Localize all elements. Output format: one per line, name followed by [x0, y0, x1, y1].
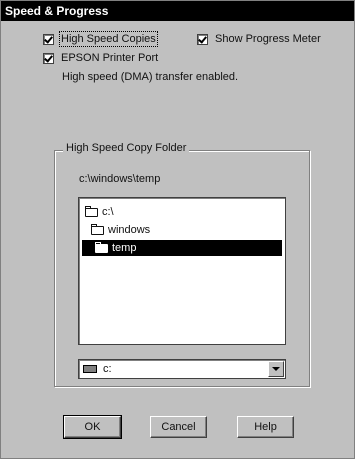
- folder-tree-listbox[interactable]: c:\ windows temp: [78, 197, 286, 345]
- checkbox-check-icon: [43, 33, 54, 45]
- high-speed-copies-label: High Speed Copies: [59, 31, 158, 47]
- show-progress-meter-label: Show Progress Meter: [215, 33, 321, 45]
- folder-item-temp[interactable]: temp: [82, 240, 282, 256]
- epson-printer-port-label: EPSON Printer Port: [61, 52, 159, 64]
- checkbox-check-icon: [43, 52, 54, 64]
- closed-folder-icon: [95, 241, 108, 253]
- drive-select[interactable]: c:: [78, 359, 286, 379]
- current-folder-path: c:\windows\temp: [79, 173, 161, 185]
- chevron-down-icon: [272, 367, 280, 371]
- open-folder-icon: [91, 223, 104, 235]
- dialog-title: Speed & Progress: [1, 1, 354, 21]
- copy-folder-group-title: High Speed Copy Folder: [63, 142, 190, 154]
- cancel-button[interactable]: Cancel: [150, 416, 207, 438]
- open-folder-icon: [85, 205, 98, 217]
- drive-select-value: c:: [103, 363, 112, 375]
- folder-item-root[interactable]: c:\: [85, 204, 114, 220]
- speed-progress-dialog: Speed & Progress High Speed Copies Show …: [0, 0, 355, 459]
- folder-item-label: windows: [108, 224, 151, 236]
- folder-item-label: c:\: [102, 206, 114, 218]
- folder-item-windows[interactable]: windows: [91, 222, 150, 238]
- ok-button[interactable]: OK: [63, 415, 122, 439]
- transfer-status-text: High speed (DMA) transfer enabled.: [62, 71, 239, 83]
- folder-item-label: temp: [112, 242, 137, 254]
- checkbox-check-icon: [197, 33, 208, 45]
- epson-printer-port-checkbox[interactable]: EPSON Printer Port: [43, 52, 158, 64]
- help-button[interactable]: Help: [237, 416, 294, 438]
- drive-icon: [83, 365, 97, 373]
- dropdown-arrow-button[interactable]: [268, 361, 284, 377]
- show-progress-meter-checkbox[interactable]: Show Progress Meter: [197, 33, 321, 45]
- high-speed-copies-checkbox[interactable]: High Speed Copies: [43, 31, 158, 47]
